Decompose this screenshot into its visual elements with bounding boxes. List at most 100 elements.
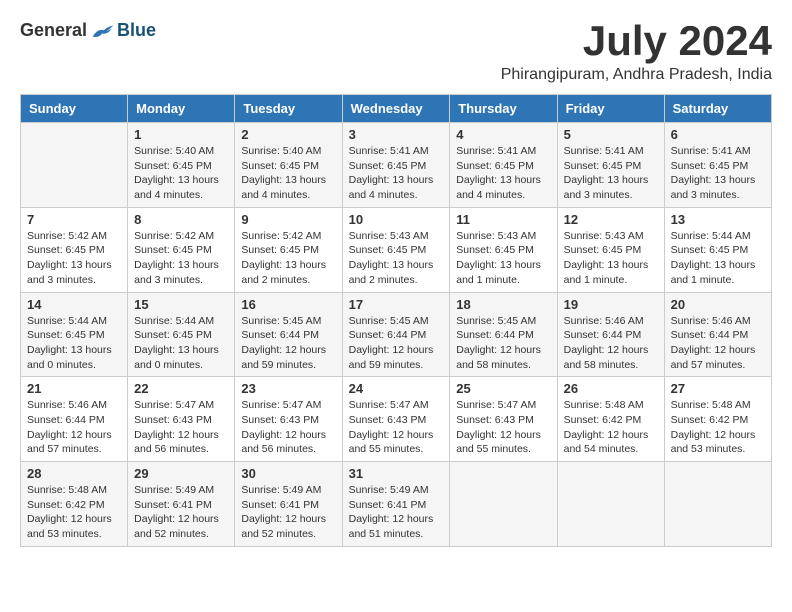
day-number: 5 bbox=[564, 127, 658, 142]
calendar-week-row: 1 Sunrise: 5:40 AMSunset: 6:45 PMDaylight… bbox=[21, 123, 772, 208]
day-number: 23 bbox=[241, 381, 335, 396]
day-number: 24 bbox=[349, 381, 444, 396]
day-number: 9 bbox=[241, 212, 335, 227]
day-number: 3 bbox=[349, 127, 444, 142]
calendar-cell: 17 Sunrise: 5:45 AMSunset: 6:44 PMDayligh… bbox=[342, 292, 450, 377]
logo: General Blue bbox=[20, 20, 156, 41]
logo-blue-text: Blue bbox=[117, 20, 156, 41]
day-number: 19 bbox=[564, 297, 658, 312]
calendar-cell: 9 Sunrise: 5:42 AMSunset: 6:45 PMDaylight… bbox=[235, 207, 342, 292]
cell-info: Sunrise: 5:44 AMSunset: 6:45 PMDaylight:… bbox=[27, 314, 121, 373]
calendar-cell: 6 Sunrise: 5:41 AMSunset: 6:45 PMDaylight… bbox=[664, 123, 771, 208]
logo-bird-icon bbox=[91, 22, 115, 40]
cell-info: Sunrise: 5:44 AMSunset: 6:45 PMDaylight:… bbox=[671, 229, 765, 288]
day-number: 18 bbox=[456, 297, 550, 312]
day-number: 31 bbox=[349, 466, 444, 481]
day-number: 27 bbox=[671, 381, 765, 396]
day-number: 12 bbox=[564, 212, 658, 227]
day-number: 10 bbox=[349, 212, 444, 227]
cell-info: Sunrise: 5:41 AMSunset: 6:45 PMDaylight:… bbox=[564, 144, 658, 203]
calendar-cell: 16 Sunrise: 5:45 AMSunset: 6:44 PMDayligh… bbox=[235, 292, 342, 377]
cell-info: Sunrise: 5:48 AMSunset: 6:42 PMDaylight:… bbox=[27, 483, 121, 542]
calendar-cell: 4 Sunrise: 5:41 AMSunset: 6:45 PMDaylight… bbox=[450, 123, 557, 208]
calendar-cell: 10 Sunrise: 5:43 AMSunset: 6:45 PMDayligh… bbox=[342, 207, 450, 292]
column-header-wednesday: Wednesday bbox=[342, 95, 450, 123]
cell-info: Sunrise: 5:41 AMSunset: 6:45 PMDaylight:… bbox=[671, 144, 765, 203]
cell-info: Sunrise: 5:42 AMSunset: 6:45 PMDaylight:… bbox=[134, 229, 228, 288]
calendar-cell: 26 Sunrise: 5:48 AMSunset: 6:42 PMDayligh… bbox=[557, 377, 664, 462]
calendar-cell: 1 Sunrise: 5:40 AMSunset: 6:45 PMDaylight… bbox=[128, 123, 235, 208]
calendar-cell: 22 Sunrise: 5:47 AMSunset: 6:43 PMDayligh… bbox=[128, 377, 235, 462]
day-number: 16 bbox=[241, 297, 335, 312]
day-number: 15 bbox=[134, 297, 228, 312]
day-number: 13 bbox=[671, 212, 765, 227]
day-number: 1 bbox=[134, 127, 228, 142]
cell-info: Sunrise: 5:41 AMSunset: 6:45 PMDaylight:… bbox=[349, 144, 444, 203]
cell-info: Sunrise: 5:47 AMSunset: 6:43 PMDaylight:… bbox=[134, 398, 228, 457]
day-number: 22 bbox=[134, 381, 228, 396]
day-number: 14 bbox=[27, 297, 121, 312]
page-header: General Blue July 2024 Phirangipuram, An… bbox=[20, 20, 772, 84]
cell-info: Sunrise: 5:42 AMSunset: 6:45 PMDaylight:… bbox=[27, 229, 121, 288]
day-number: 26 bbox=[564, 381, 658, 396]
day-number: 4 bbox=[456, 127, 550, 142]
calendar-cell: 27 Sunrise: 5:48 AMSunset: 6:42 PMDayligh… bbox=[664, 377, 771, 462]
calendar-cell bbox=[450, 462, 557, 547]
cell-info: Sunrise: 5:43 AMSunset: 6:45 PMDaylight:… bbox=[456, 229, 550, 288]
column-header-thursday: Thursday bbox=[450, 95, 557, 123]
day-number: 30 bbox=[241, 466, 335, 481]
calendar-cell: 29Sunrise: 5:49 AMSunset: 6:41 PMDayligh… bbox=[128, 462, 235, 547]
cell-info: Sunrise: 5:46 AMSunset: 6:44 PMDaylight:… bbox=[671, 314, 765, 373]
day-number: 11 bbox=[456, 212, 550, 227]
day-number: 29 bbox=[134, 466, 228, 481]
calendar-week-row: 14 Sunrise: 5:44 AMSunset: 6:45 PMDayligh… bbox=[21, 292, 772, 377]
calendar-cell: 20Sunrise: 5:46 AMSunset: 6:44 PMDayligh… bbox=[664, 292, 771, 377]
cell-info: Sunrise: 5:48 AMSunset: 6:42 PMDaylight:… bbox=[564, 398, 658, 457]
day-number: 6 bbox=[671, 127, 765, 142]
calendar-week-row: 28 Sunrise: 5:48 AMSunset: 6:42 PMDayligh… bbox=[21, 462, 772, 547]
cell-info: Sunrise: 5:49 AMSunset: 6:41 PMDaylight:… bbox=[349, 483, 444, 542]
calendar-table: SundayMondayTuesdayWednesdayThursdayFrid… bbox=[20, 94, 772, 547]
calendar-week-row: 21 Sunrise: 5:46 AMSunset: 6:44 PMDayligh… bbox=[21, 377, 772, 462]
cell-info: Sunrise: 5:47 AMSunset: 6:43 PMDaylight:… bbox=[349, 398, 444, 457]
calendar-cell: 7 Sunrise: 5:42 AMSunset: 6:45 PMDaylight… bbox=[21, 207, 128, 292]
column-header-friday: Friday bbox=[557, 95, 664, 123]
calendar-cell: 31 Sunrise: 5:49 AMSunset: 6:41 PMDayligh… bbox=[342, 462, 450, 547]
day-number: 17 bbox=[349, 297, 444, 312]
calendar-cell bbox=[21, 123, 128, 208]
title-block: July 2024 Phirangipuram, Andhra Pradesh,… bbox=[501, 20, 772, 84]
calendar-cell: 23Sunrise: 5:47 AMSunset: 6:43 PMDayligh… bbox=[235, 377, 342, 462]
calendar-cell: 14 Sunrise: 5:44 AMSunset: 6:45 PMDayligh… bbox=[21, 292, 128, 377]
cell-info: Sunrise: 5:41 AMSunset: 6:45 PMDaylight:… bbox=[456, 144, 550, 203]
calendar-cell: 28 Sunrise: 5:48 AMSunset: 6:42 PMDayligh… bbox=[21, 462, 128, 547]
day-number: 2 bbox=[241, 127, 335, 142]
calendar-cell: 15 Sunrise: 5:44 AMSunset: 6:45 PMDayligh… bbox=[128, 292, 235, 377]
cell-info: Sunrise: 5:47 AMSunset: 6:43 PMDaylight:… bbox=[456, 398, 550, 457]
logo-general-text: General bbox=[20, 20, 87, 41]
calendar-cell: 3 Sunrise: 5:41 AMSunset: 6:45 PMDaylight… bbox=[342, 123, 450, 208]
calendar-body: 1 Sunrise: 5:40 AMSunset: 6:45 PMDaylight… bbox=[21, 123, 772, 547]
cell-info: Sunrise: 5:44 AMSunset: 6:45 PMDaylight:… bbox=[134, 314, 228, 373]
cell-info: Sunrise: 5:40 AMSunset: 6:45 PMDaylight:… bbox=[134, 144, 228, 203]
calendar-cell: 24 Sunrise: 5:47 AMSunset: 6:43 PMDayligh… bbox=[342, 377, 450, 462]
cell-info: Sunrise: 5:46 AMSunset: 6:44 PMDaylight:… bbox=[27, 398, 121, 457]
calendar-cell: 21 Sunrise: 5:46 AMSunset: 6:44 PMDayligh… bbox=[21, 377, 128, 462]
day-number: 8 bbox=[134, 212, 228, 227]
column-header-monday: Monday bbox=[128, 95, 235, 123]
day-number: 21 bbox=[27, 381, 121, 396]
location-title: Phirangipuram, Andhra Pradesh, India bbox=[501, 66, 772, 84]
column-header-sunday: Sunday bbox=[21, 95, 128, 123]
cell-info: Sunrise: 5:42 AMSunset: 6:45 PMDaylight:… bbox=[241, 229, 335, 288]
cell-info: Sunrise: 5:49 AMSunset: 6:41 PMDaylight:… bbox=[241, 483, 335, 542]
day-number: 7 bbox=[27, 212, 121, 227]
cell-info: Sunrise: 5:48 AMSunset: 6:42 PMDaylight:… bbox=[671, 398, 765, 457]
calendar-cell bbox=[664, 462, 771, 547]
cell-info: Sunrise: 5:45 AMSunset: 6:44 PMDaylight:… bbox=[349, 314, 444, 373]
cell-info: Sunrise: 5:45 AMSunset: 6:44 PMDaylight:… bbox=[456, 314, 550, 373]
cell-info: Sunrise: 5:43 AMSunset: 6:45 PMDaylight:… bbox=[349, 229, 444, 288]
column-header-saturday: Saturday bbox=[664, 95, 771, 123]
day-number: 28 bbox=[27, 466, 121, 481]
calendar-cell: 13 Sunrise: 5:44 AMSunset: 6:45 PMDayligh… bbox=[664, 207, 771, 292]
cell-info: Sunrise: 5:45 AMSunset: 6:44 PMDaylight:… bbox=[241, 314, 335, 373]
column-header-tuesday: Tuesday bbox=[235, 95, 342, 123]
